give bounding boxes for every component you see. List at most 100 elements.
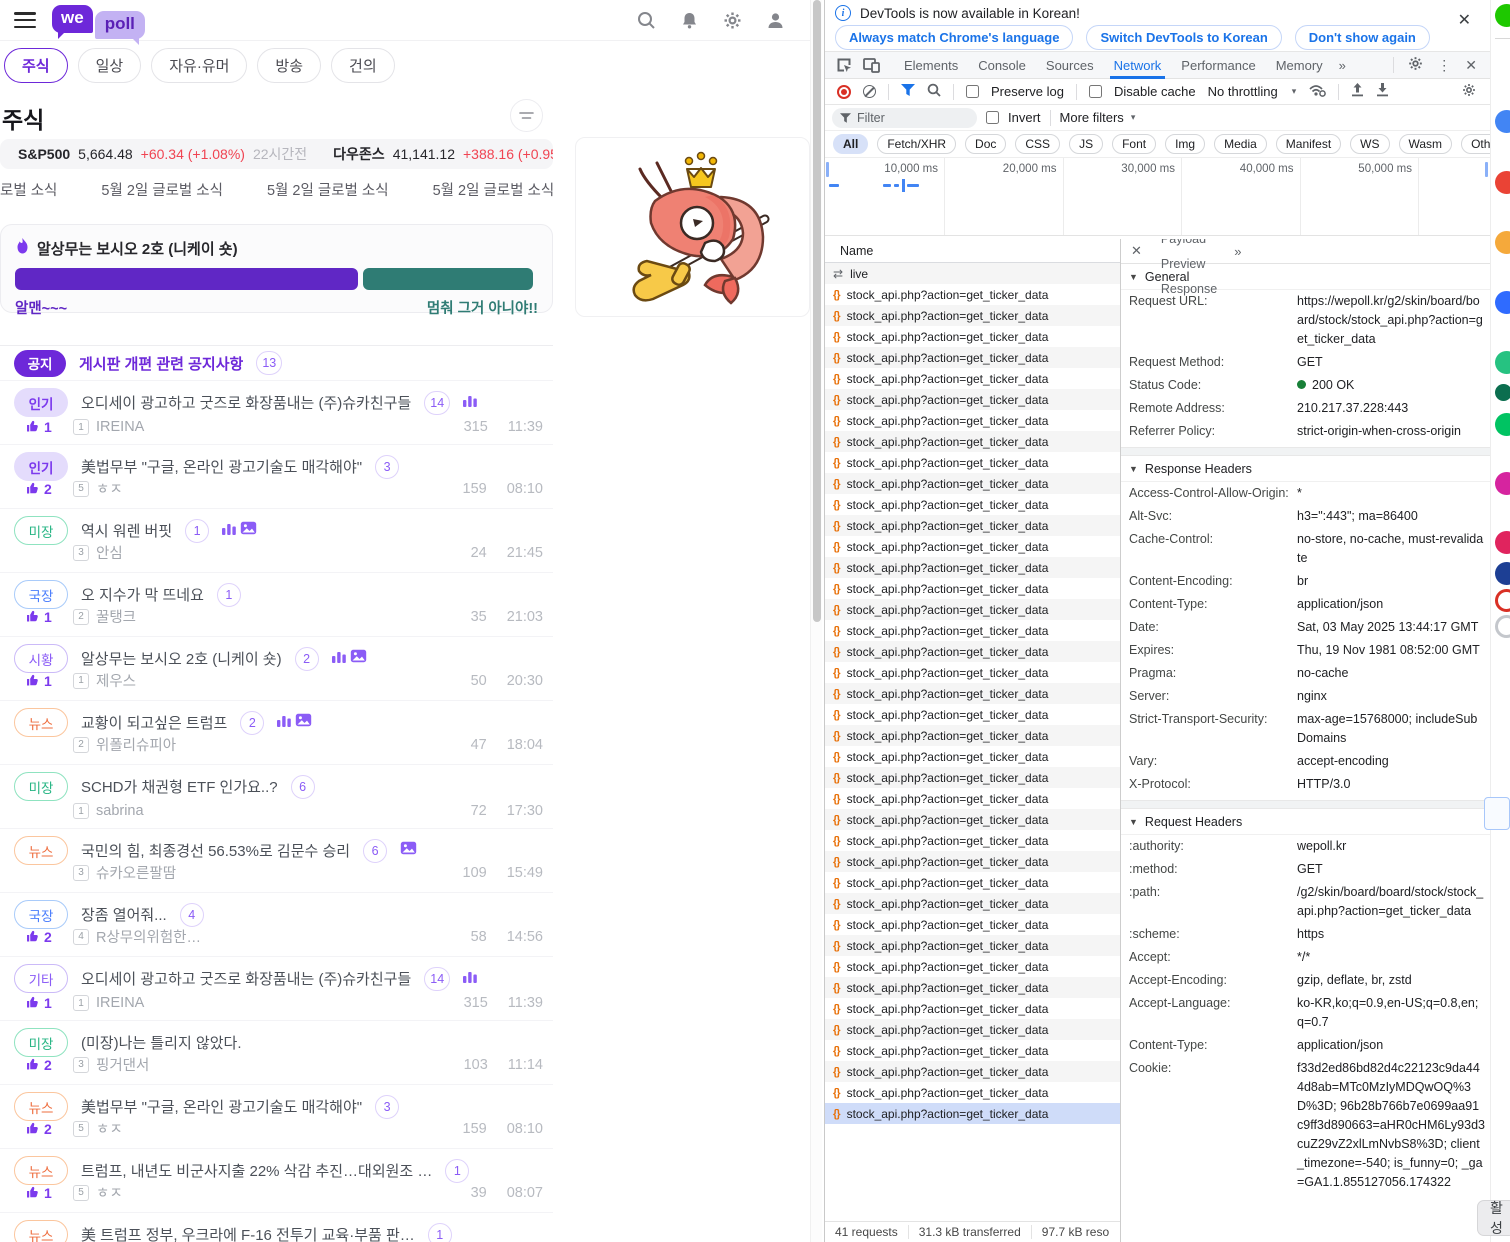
- request-row[interactable]: {}stock_api.php?action=get_ticker_data: [825, 1019, 1120, 1040]
- poll-bar-right[interactable]: [363, 268, 533, 290]
- post-title[interactable]: 교황이 되고싶은 트럼프: [81, 712, 227, 733]
- post-author[interactable]: 꿀탱크: [96, 606, 136, 627]
- request-row[interactable]: {}stock_api.php?action=get_ticker_data: [825, 368, 1120, 389]
- preserve-log-checkbox[interactable]: [966, 85, 979, 98]
- request-row[interactable]: {}stock_api.php?action=get_ticker_data: [825, 935, 1120, 956]
- floating-button[interactable]: [1484, 797, 1510, 830]
- post-author[interactable]: IREINA: [96, 419, 144, 435]
- post-row[interactable]: 뉴스美 트럼프 정부, 우크라에 F-16 전투기 교육·부품 판…1: [0, 1213, 553, 1242]
- post-author[interactable]: R상무의위험한…: [96, 926, 201, 947]
- record-network-log-icon[interactable]: [837, 85, 851, 99]
- more-tabs-icon[interactable]: »: [1333, 58, 1352, 73]
- edge-shortcut-icon[interactable]: [1495, 413, 1510, 436]
- post-row[interactable]: 뉴스교황이 되고싶은 트럼프22위폴리슈피아4718:04: [0, 701, 553, 765]
- infobar-button[interactable]: Switch DevTools to Korean: [1086, 25, 1281, 50]
- news-item[interactable]: 5월 2일 글로벌 소식: [267, 179, 389, 200]
- chip-all[interactable]: All: [833, 134, 868, 154]
- page-scrollbar[interactable]: [810, 0, 822, 1242]
- network-settings-gear-icon[interactable]: [1462, 83, 1490, 100]
- post-row[interactable]: 인기오디세이 광고하고 굿즈로 화장품내는 (주)슈카친구들1411IREINA…: [0, 381, 553, 445]
- post-title[interactable]: SCHD가 채권형 ETF 인가요..?: [81, 776, 278, 797]
- tab-주식[interactable]: 주식: [4, 48, 68, 83]
- network-conditions-icon[interactable]: [1308, 83, 1326, 100]
- post-row[interactable]: 미장(미장)나는 틀리지 않았다.23핑거댄서10311:14: [0, 1021, 553, 1085]
- news-item[interactable]: 5월 2일 글로벌 소식: [433, 179, 553, 200]
- request-row[interactable]: {}stock_api.php?action=get_ticker_data: [825, 830, 1120, 851]
- devtools-tab-sources[interactable]: Sources: [1036, 52, 1104, 79]
- chip-manifest[interactable]: Manifest: [1276, 134, 1341, 154]
- request-row[interactable]: {}stock_api.php?action=get_ticker_data: [825, 956, 1120, 977]
- details-tab-response[interactable]: Response: [1152, 276, 1226, 301]
- throttling-dropdown[interactable]: No throttling ▾: [1208, 84, 1297, 99]
- details-tab-payload[interactable]: Payload: [1152, 239, 1226, 251]
- post-row[interactable]: 뉴스국민의 힘, 최종경선 56.53%로 김문수 승리63슈카오른팔땀1091…: [0, 829, 553, 893]
- request-row[interactable]: {}stock_api.php?action=get_ticker_data: [825, 326, 1120, 347]
- settings-gear-icon[interactable]: [1408, 56, 1423, 74]
- post-title[interactable]: 오 지수가 막 뜨네요: [81, 584, 204, 605]
- devtools-tab-elements[interactable]: Elements: [894, 52, 968, 79]
- sort-filter-button[interactable]: [510, 99, 543, 132]
- request-row[interactable]: {}stock_api.php?action=get_ticker_data: [825, 599, 1120, 620]
- post-row[interactable]: 인기美법무부 "구글, 온라인 광고기술도 매각해야"325ㅎㅈ15908:10: [0, 445, 553, 509]
- request-row[interactable]: {}stock_api.php?action=get_ticker_data: [825, 704, 1120, 725]
- invert-checkbox[interactable]: [986, 111, 999, 124]
- edge-shortcut-icon[interactable]: [1495, 231, 1510, 254]
- edge-shortcut-icon[interactable]: [1495, 291, 1510, 314]
- request-row-live[interactable]: ⇄live: [825, 263, 1120, 284]
- timeline-right-handle[interactable]: [1485, 162, 1488, 177]
- request-row[interactable]: {}stock_api.php?action=get_ticker_data: [825, 494, 1120, 515]
- request-row[interactable]: {}stock_api.php?action=get_ticker_data: [825, 536, 1120, 557]
- edge-shortcut-icon[interactable]: [1495, 472, 1510, 495]
- chip-css[interactable]: CSS: [1015, 134, 1060, 154]
- request-row[interactable]: {}stock_api.php?action=get_ticker_data: [825, 851, 1120, 872]
- post-author[interactable]: 안심: [96, 542, 123, 563]
- chip-ws[interactable]: WS: [1350, 134, 1389, 154]
- news-item[interactable]: 5월 2일 글로벌 소식: [101, 179, 223, 200]
- post-author[interactable]: IREINA: [96, 995, 144, 1011]
- infobar-button[interactable]: Always match Chrome's language: [835, 25, 1073, 50]
- filter-input[interactable]: Filter: [832, 108, 977, 128]
- tab-자유·유머[interactable]: 자유·유머: [151, 48, 247, 83]
- clear-network-log-icon[interactable]: [863, 85, 876, 98]
- post-author[interactable]: 핑거댄서: [96, 1054, 149, 1075]
- request-row[interactable]: {}stock_api.php?action=get_ticker_data: [825, 431, 1120, 452]
- post-author[interactable]: 제우스: [96, 670, 136, 691]
- request-row[interactable]: {}stock_api.php?action=get_ticker_data: [825, 284, 1120, 305]
- details-tab-preview[interactable]: Preview: [1152, 251, 1226, 276]
- post-title[interactable]: 알상무는 보시오 2호 (니케이 숏): [81, 648, 282, 669]
- tab-방송[interactable]: 방송: [257, 48, 321, 83]
- post-row[interactable]: 국장오 지수가 막 뜨네요112꿀탱크3521:03: [0, 573, 553, 637]
- edge-shortcut-icon[interactable]: [1495, 351, 1510, 374]
- edge-shortcut-icon[interactable]: [1495, 384, 1510, 401]
- network-overview-timeline[interactable]: 10,000 ms20,000 ms30,000 ms40,000 ms50,0…: [825, 158, 1490, 236]
- timeline-left-handle[interactable]: [826, 162, 829, 177]
- profile-icon[interactable]: [766, 11, 785, 30]
- request-row[interactable]: {}stock_api.php?action=get_ticker_data: [825, 515, 1120, 536]
- devtools-tab-memory[interactable]: Memory: [1266, 52, 1333, 79]
- edge-shortcut-icon[interactable]: [1495, 531, 1510, 554]
- stock-ticker-bar[interactable]: S&P5005,664.48+60.34 (+1.08%)22시간전다우존스41…: [0, 139, 553, 169]
- news-marquee[interactable]: 로벌 소식 5월 2일 글로벌 소식 5월 2일 글로벌 소식 5월 2일 글로벌 소…: [0, 176, 553, 202]
- post-row[interactable]: 공지게시판 개편 관련 공지사항13: [0, 346, 553, 381]
- more-filters-dropdown[interactable]: More filters ▾: [1060, 110, 1136, 125]
- edge-shortcut-icon[interactable]: [1495, 4, 1510, 27]
- post-title[interactable]: 오디세이 광고하고 굿즈로 화장품내는 (주)슈카친구들: [81, 968, 411, 989]
- request-row[interactable]: {}stock_api.php?action=get_ticker_data: [825, 725, 1120, 746]
- request-row[interactable]: {}stock_api.php?action=get_ticker_data: [825, 1082, 1120, 1103]
- post-title[interactable]: 국민의 힘, 최종경선 56.53%로 김문수 승리: [81, 840, 350, 861]
- section-header[interactable]: ▼Request Headers: [1121, 809, 1490, 835]
- filter-funnel-icon[interactable]: [901, 84, 915, 99]
- request-row[interactable]: {}stock_api.php?action=get_ticker_data: [825, 683, 1120, 704]
- post-title[interactable]: 역시 워렌 버핏: [81, 520, 172, 541]
- chip-js[interactable]: JS: [1069, 134, 1103, 154]
- devtools-tab-network[interactable]: Network: [1104, 52, 1172, 79]
- more-detail-tabs-icon[interactable]: »: [1228, 244, 1247, 259]
- devtools-tab-console[interactable]: Console: [968, 52, 1036, 79]
- post-row[interactable]: 미장역시 워렌 버핏13안심2421:45: [0, 509, 553, 573]
- kebab-menu-icon[interactable]: ⋮: [1437, 57, 1451, 74]
- disable-cache-checkbox[interactable]: [1089, 85, 1102, 98]
- post-author[interactable]: ㅎㅈ: [96, 1118, 123, 1139]
- request-row[interactable]: {}stock_api.php?action=get_ticker_data: [825, 347, 1120, 368]
- news-item[interactable]: 로벌 소식: [0, 179, 57, 200]
- request-row[interactable]: {}stock_api.php?action=get_ticker_data: [825, 305, 1120, 326]
